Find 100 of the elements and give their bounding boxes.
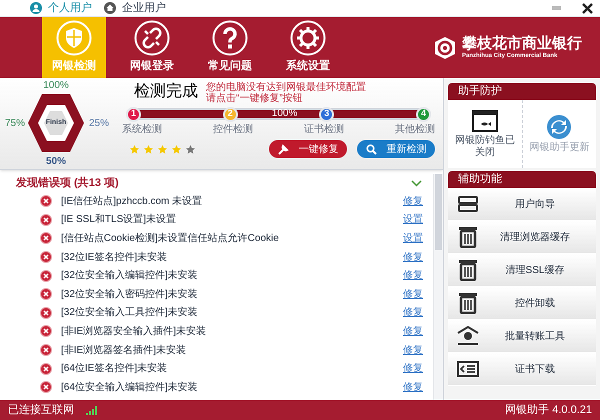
issue-text: [非IE浏览器安全输入插件]未安装 — [61, 324, 208, 339]
issue-text: [32位安全输入工具控件]未安装 — [61, 306, 199, 320]
issue-text: [64位IE签名控件]未安装 — [61, 362, 168, 376]
scrollbar-thumb[interactable] — [435, 174, 442, 250]
search-icon — [366, 144, 376, 154]
gear-icon — [290, 20, 326, 56]
tool-button[interactable]: 证书下载 — [448, 353, 596, 386]
nav-tab[interactable]: 网银登录 — [120, 17, 184, 78]
error-icon — [40, 232, 52, 244]
error-icon — [40, 306, 52, 319]
step-marker: 2 — [222, 106, 238, 122]
user-tab[interactable]: 企业用户 — [104, 0, 166, 16]
tool-button[interactable]: 批量转账工具 — [448, 320, 596, 353]
fix-link[interactable]: 设置 — [403, 212, 423, 228]
fix-link[interactable]: 修复 — [403, 250, 423, 265]
step-marker: 4 — [416, 106, 431, 122]
collapse-button[interactable] — [411, 178, 423, 188]
error-icon — [40, 344, 52, 356]
fix-link[interactable]: 设置 — [403, 230, 423, 246]
tool-button[interactable]: 控件卸载 — [448, 287, 596, 320]
trash-icon — [459, 259, 477, 281]
step-label: 系统检测 — [122, 122, 162, 137]
close-icon — [582, 2, 593, 14]
trash-icon — [459, 226, 477, 248]
issue-text: [32位安全输入编辑控件]未安装 — [61, 268, 199, 284]
fix-link[interactable]: 修复 — [403, 286, 423, 302]
fix-link[interactable]: 修复 — [403, 361, 423, 376]
star-icon — [158, 144, 167, 154]
star-icon — [144, 144, 153, 154]
tool-button[interactable]: 清理SSL缓存 — [448, 254, 596, 287]
warning-message: 您的电脑没有达到网银最佳环境配置 — [206, 82, 366, 93]
refresh-icon — [547, 114, 572, 138]
fix-link[interactable]: 修复 — [403, 194, 423, 209]
fix-link[interactable]: 修复 — [403, 324, 423, 339]
step-label: 证书检测 — [304, 122, 344, 137]
percent-label: 50% — [46, 154, 66, 168]
step-label: 控件检测 — [213, 122, 253, 137]
recheck-button[interactable]: 重新检测 — [357, 140, 435, 158]
issue-text: [64位安全输入编辑控件]未安装 — [61, 380, 199, 395]
section-header: 助手防护 — [448, 83, 596, 100]
error-icon — [40, 214, 52, 226]
issue-text: [32位安全输入密码控件]未安装 — [61, 288, 199, 302]
percent-label: 25% — [88, 116, 109, 130]
fix-link[interactable]: 修复 — [403, 268, 423, 284]
chevron-icon — [411, 180, 422, 186]
progress-reading: 100% — [272, 107, 298, 120]
warning-message: 请点击“一键修复”按钮 — [206, 93, 304, 104]
question-icon — [212, 20, 248, 56]
signal-icon — [86, 406, 98, 414]
issue-text: [IE SSL和TLS设置]未设置 — [61, 212, 178, 228]
fix-link[interactable]: 修复 — [403, 305, 423, 320]
star-icon — [172, 144, 181, 154]
fix-link[interactable]: 修复 — [403, 380, 423, 395]
scrollbar[interactable] — [433, 174, 443, 400]
connection-status: 已连接互联网 — [8, 402, 74, 418]
step-label: 其他检测 — [395, 122, 435, 137]
close-button[interactable] — [582, 2, 594, 14]
step-marker: 1 — [126, 106, 141, 122]
issue-text: [信任站点Cookie检测]未设置信任站点允许Cookie — [61, 232, 280, 246]
error-icon — [40, 381, 52, 394]
star-icon — [186, 144, 195, 154]
trash-icon — [459, 292, 477, 314]
percent-label: 100% — [43, 78, 69, 92]
bank-icon — [457, 326, 479, 346]
tool-button[interactable]: 清理浏览器缓存 — [448, 221, 596, 254]
fix-link[interactable]: 修复 — [403, 342, 423, 358]
star-icon — [130, 144, 139, 154]
issue-text: [32位IE签名控件]未安装 — [61, 250, 168, 265]
status-title: 检测完成 — [134, 84, 198, 100]
broken-link-icon — [134, 20, 170, 56]
issue-text: [IE信任站点]pzhccb.com 未设置 — [61, 194, 204, 209]
nav-tab[interactable]: 系统设置 — [276, 17, 340, 78]
percent-label: 75% — [4, 116, 25, 130]
nav-tab[interactable]: 常见问题 — [198, 17, 262, 78]
user-tab[interactable]: 个人用户 — [30, 0, 92, 16]
step-marker: 3 — [319, 106, 334, 122]
section-header: 辅助功能 — [448, 171, 596, 188]
error-icon — [40, 195, 52, 208]
bank-logo-icon — [432, 34, 458, 60]
error-icon — [40, 362, 52, 375]
error-icon — [40, 325, 52, 338]
error-icon — [40, 251, 52, 264]
hexagon-progress-drawing — [28, 92, 84, 154]
window-icon — [472, 110, 498, 132]
protection-item[interactable]: 网银防钓鱼已关闭 — [448, 100, 522, 168]
error-icon — [40, 288, 52, 300]
minimize-icon — [552, 6, 561, 10]
error-icon — [40, 270, 52, 282]
issues-heading: 发现错误项 (共13 项) — [16, 176, 119, 191]
repair-button[interactable]: 一键修复 — [269, 140, 347, 158]
server-icon — [458, 196, 478, 212]
minimize-button[interactable] — [552, 3, 562, 13]
bank-name: 攀枝花市商业银行 — [462, 36, 582, 51]
card-icon — [457, 361, 479, 377]
shield-icon — [56, 20, 92, 56]
version-label: 网银助手 4.0.0.21 — [505, 402, 592, 418]
user-icon — [30, 2, 42, 14]
home-icon — [104, 2, 116, 14]
issue-text: [非IE浏览器签名插件]未安装 — [61, 344, 188, 358]
tool-button[interactable]: 用户向导 — [448, 188, 596, 221]
